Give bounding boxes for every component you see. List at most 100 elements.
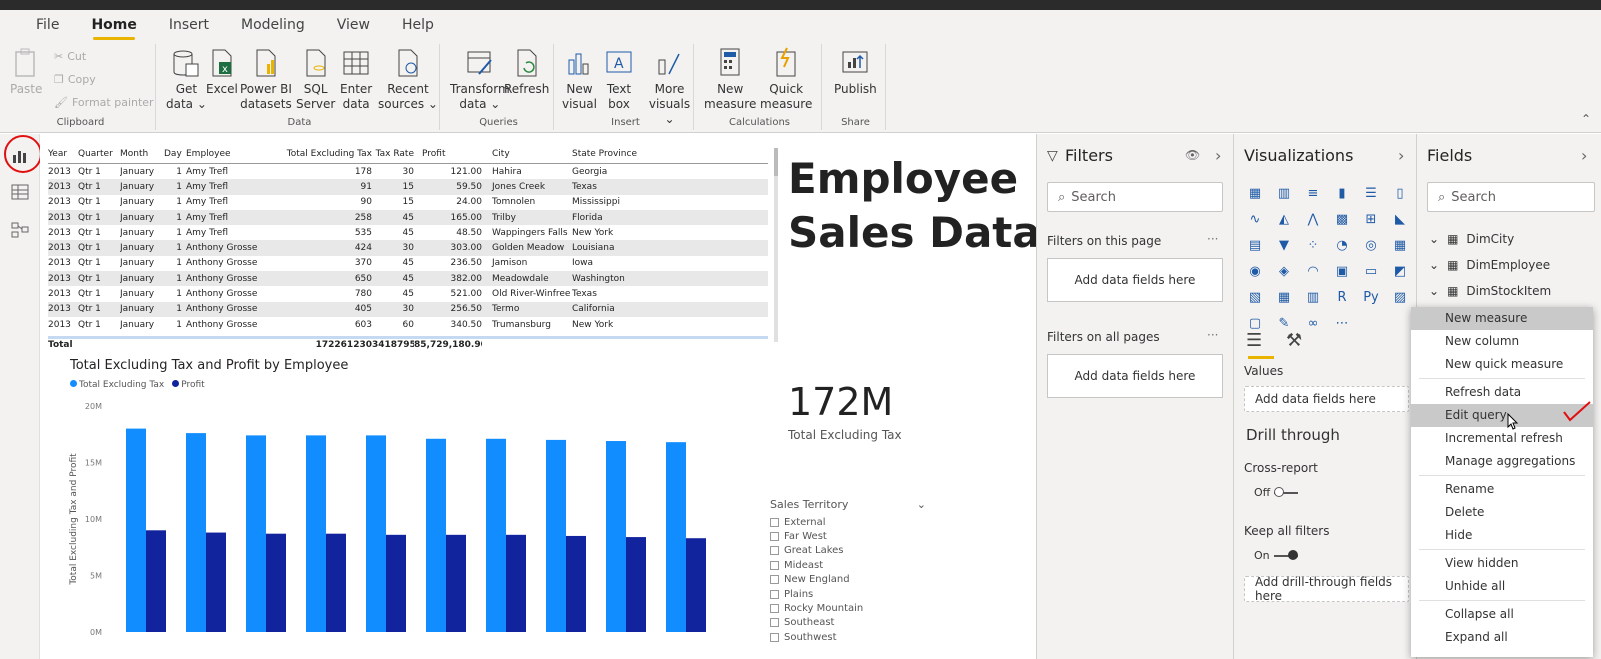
sql-server-button[interactable]: SQL Server <box>296 46 335 112</box>
checkbox[interactable] <box>770 575 779 585</box>
chevron-down-icon[interactable]: ⌄ <box>917 498 926 511</box>
col-city[interactable]: City <box>482 149 572 159</box>
col-state[interactable]: State Province <box>572 149 662 159</box>
col-tax-rate[interactable]: Tax Rate <box>372 149 414 159</box>
menu-manage-aggregations[interactable]: Manage aggregations <box>1411 450 1593 473</box>
filters-search-input[interactable]: ⌕ Search <box>1047 182 1223 212</box>
paste-button[interactable]: Paste <box>10 46 42 97</box>
field-table-dimcity[interactable]: ⌄ ▦ DimCity <box>1429 232 1514 246</box>
visual-type-icon[interactable]: ≡ <box>1304 186 1322 202</box>
fields-search-input[interactable]: ⌕ Search <box>1427 182 1595 212</box>
format-painter-button[interactable]: 🖌 Format painter <box>54 96 154 109</box>
visual-type-icon[interactable]: ▤ <box>1246 238 1264 254</box>
enter-data-button[interactable]: Enter data <box>340 46 372 112</box>
visual-type-icon[interactable]: ◈ <box>1275 264 1293 280</box>
table-row[interactable]: 2013 Qtr 1 January 1 Amy Trefl 535 45 48.50 Wapp… <box>48 225 768 240</box>
publish-button[interactable]: Publish <box>834 46 877 97</box>
menu-file[interactable]: File <box>20 17 75 33</box>
collapse-filters-icon[interactable]: › <box>1215 146 1221 165</box>
visual-type-icon[interactable]: ▦ <box>1275 290 1293 306</box>
menu-collapse-all[interactable]: Collapse all <box>1411 603 1593 626</box>
col-year[interactable]: Year <box>48 149 78 159</box>
more-visuals-button[interactable]: More visuals ⌄ <box>646 46 693 127</box>
slicer-item[interactable]: Plains <box>770 587 926 601</box>
visual-type-icon[interactable]: ◠ <box>1304 264 1322 280</box>
col-month[interactable]: Month <box>120 149 164 159</box>
quick-measure-button[interactable]: Quick measure <box>760 46 812 112</box>
slicer-item[interactable]: Mideast <box>770 558 926 572</box>
checkbox[interactable] <box>770 632 779 642</box>
slicer-item[interactable]: Southwest <box>770 630 926 644</box>
text-box-button[interactable]: A Text box <box>604 46 634 112</box>
checkbox[interactable] <box>770 532 779 542</box>
collapse-visualizations-icon[interactable]: › <box>1398 146 1404 165</box>
values-drop-zone[interactable]: Add data fields here <box>1244 386 1409 412</box>
visual-type-icon[interactable]: ▮ <box>1333 186 1351 202</box>
menu-new-quick-measure[interactable]: New quick measure <box>1411 353 1593 376</box>
menu-incremental-refresh[interactable]: Incremental refresh <box>1411 427 1593 450</box>
slicer-item[interactable]: Southeast <box>770 616 926 630</box>
visual-type-icon[interactable]: ▣ <box>1333 264 1351 280</box>
fields-well-icon[interactable]: ☰ <box>1246 330 1262 351</box>
checkbox[interactable] <box>770 517 779 527</box>
table-row[interactable]: 2013 Qtr 1 January 1 Anthony Grosse 650 45 382.… <box>48 271 768 287</box>
paint-roller-icon[interactable]: ⚒ <box>1286 330 1302 351</box>
visual-type-icon[interactable]: ▦ <box>1391 238 1409 254</box>
col-day[interactable]: Day <box>164 149 186 159</box>
data-view-icon[interactable] <box>10 182 30 202</box>
visual-type-icon[interactable]: ◉ <box>1246 264 1264 280</box>
menu-delete[interactable]: Delete <box>1411 501 1593 524</box>
visual-type-icon[interactable]: Py <box>1362 290 1380 306</box>
col-total-excl-tax[interactable]: Total Excluding Tax <box>284 149 372 159</box>
table-row[interactable]: 2013 Qtr 1 January 1 Anthony Grosse 424 30 303.… <box>48 240 768 256</box>
filters-page-more-icon[interactable]: ··· <box>1207 232 1218 246</box>
col-employee[interactable]: Employee <box>186 149 284 159</box>
visual-type-icon[interactable]: ∿ <box>1246 212 1264 228</box>
visual-type-icon[interactable]: ▧ <box>1246 290 1264 306</box>
refresh-button[interactable]: Refresh <box>504 46 549 97</box>
menu-home[interactable]: Home <box>75 17 152 40</box>
menu-new-measure[interactable]: New measure <box>1411 307 1593 330</box>
visual-type-icon[interactable]: ⁘ <box>1304 238 1322 254</box>
visual-type-icon[interactable]: ▥ <box>1304 290 1322 306</box>
menu-new-column[interactable]: New column <box>1411 330 1593 353</box>
visual-type-icon[interactable]: ⋀ <box>1304 212 1322 228</box>
recent-sources-button[interactable]: Recent sources ⌄ <box>378 46 438 112</box>
excel-button[interactable]: x Excel <box>206 46 238 97</box>
model-view-icon[interactable] <box>10 220 30 240</box>
col-quarter[interactable]: Quarter <box>78 149 120 159</box>
transform-data-button[interactable]: Transform data ⌄ <box>450 46 510 112</box>
table-row[interactable]: 2013 Qtr 1 January 1 Amy Trefl 91 15 59.50 Jones… <box>48 179 768 195</box>
visual-type-icon[interactable]: R <box>1333 290 1351 306</box>
eye-icon[interactable]: 👁 <box>1185 148 1200 162</box>
checkbox[interactable] <box>770 546 779 556</box>
menu-hide[interactable]: Hide <box>1411 524 1593 547</box>
table-row[interactable]: 2013 Qtr 1 January 1 Amy Trefl 178 30 121.00 Hah… <box>48 164 768 179</box>
filters-all-more-icon[interactable]: ··· <box>1207 328 1218 342</box>
checkbox[interactable] <box>770 604 779 614</box>
slicer-item[interactable]: New England <box>770 573 926 587</box>
visual-type-icon[interactable]: ▥ <box>1275 186 1293 202</box>
visual-type-icon[interactable]: ▭ <box>1362 264 1380 280</box>
new-visual-button[interactable]: New visual <box>562 46 597 112</box>
collapse-ribbon-icon[interactable]: ⌃ <box>1581 112 1591 126</box>
visual-type-icon[interactable]: ∞ <box>1304 316 1322 332</box>
slicer-item[interactable]: Far West <box>770 529 926 543</box>
menu-help[interactable]: Help <box>386 17 450 33</box>
table-row[interactable]: 2013 Qtr 1 January 1 Amy Trefl 90 15 24.00 Tomno… <box>48 195 768 210</box>
menu-view-hidden[interactable]: View hidden <box>1411 552 1593 575</box>
visual-type-icon[interactable]: ◩ <box>1391 264 1409 280</box>
visual-type-icon[interactable]: ▩ <box>1333 212 1351 228</box>
visual-type-icon[interactable]: ☰ <box>1362 186 1380 202</box>
visual-type-icon[interactable]: ⊞ <box>1362 212 1380 228</box>
data-table[interactable]: Year Quarter Month Day Employee Total Ex… <box>48 144 768 352</box>
filters-all-drop-zone[interactable]: Add data fields here <box>1047 354 1223 398</box>
cross-report-toggle[interactable]: Off <box>1254 486 1299 499</box>
slicer-item[interactable]: Great Lakes <box>770 544 926 558</box>
menu-modeling[interactable]: Modeling <box>225 17 321 33</box>
visual-type-icon[interactable]: ⋯ <box>1333 316 1351 332</box>
table-row[interactable]: 2013 Qtr 1 January 1 Anthony Grosse 603 60 340.… <box>48 317 768 332</box>
table-row[interactable]: 2013 Qtr 1 January 1 Anthony Grosse 405 30 256.… <box>48 301 768 317</box>
field-table-dimemployee[interactable]: ⌄ ▦ DimEmployee <box>1429 258 1550 272</box>
visual-type-icon[interactable]: ◣ <box>1391 212 1409 228</box>
